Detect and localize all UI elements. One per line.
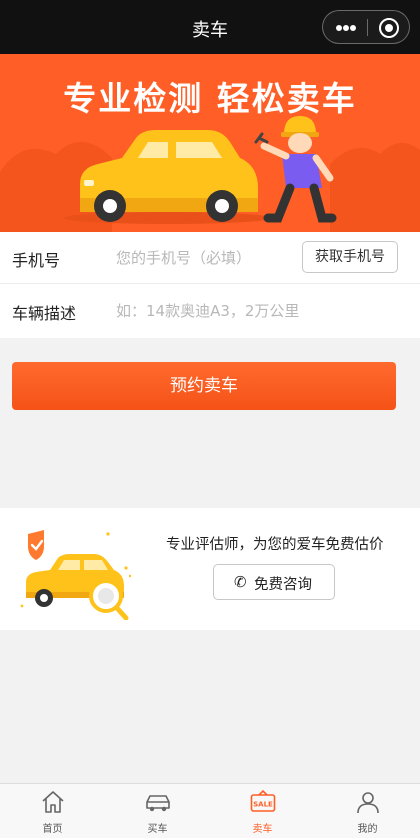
tab-sell-car-label: 卖车 — [252, 824, 273, 835]
appraisal-text: 专业评估师，为您的爱车免费估价 — [166, 537, 384, 553]
tab-mine-label: 我的 — [357, 824, 378, 835]
phone-icon: ✆ — [234, 573, 247, 591]
vehicle-description-input[interactable] — [116, 295, 406, 327]
free-consult-button[interactable]: ✆ 免费咨询 — [213, 564, 335, 600]
home-icon — [42, 791, 64, 813]
tab-buy-car[interactable]: 买车 — [105, 784, 210, 838]
vehicle-label: 车辆描述 — [12, 304, 77, 323]
promo-banner: 专业检测 轻松卖车 — [0, 54, 420, 232]
phone-input[interactable] — [116, 242, 296, 274]
capsule-divider — [367, 19, 368, 36]
tab-mine[interactable]: 我的 — [315, 784, 420, 838]
mini-program-capsule — [322, 10, 410, 44]
svg-text:SALE: SALE — [253, 801, 273, 809]
person-icon — [357, 792, 379, 814]
navigation-bar: 卖车 — [0, 0, 420, 54]
banner-slogan: 专业检测 轻松卖车 — [63, 79, 357, 118]
tab-sell-car[interactable]: SALE 卖车 — [210, 784, 315, 838]
appraisal-illustration — [20, 530, 132, 620]
tab-home-label: 首页 — [42, 824, 63, 835]
sell-car-form: 手机号 获取手机号 车辆描述 — [0, 232, 420, 338]
tab-buy-car-label: 买车 — [147, 824, 168, 835]
phone-label: 手机号 — [12, 251, 61, 270]
vehicle-row: 车辆描述 — [0, 285, 420, 337]
more-dots-icon[interactable] — [336, 25, 356, 31]
target-circle-icon[interactable] — [379, 18, 399, 38]
tab-home[interactable]: 首页 — [0, 784, 105, 838]
get-phone-button[interactable]: 获取手机号 — [302, 241, 398, 273]
sale-tag-icon: SALE — [250, 789, 276, 812]
free-consult-label: 免费咨询 — [254, 577, 312, 593]
car-icon — [146, 795, 170, 812]
phone-row: 手机号 获取手机号 — [0, 232, 420, 284]
book-sale-button[interactable]: 预约卖车 — [12, 362, 396, 410]
bottom-tab-bar: 首页 买车 SALE 卖车 我的 — [0, 783, 420, 838]
appraisal-card: 专业评估师，为您的爱车免费估价 ✆ 免费咨询 — [0, 508, 420, 630]
